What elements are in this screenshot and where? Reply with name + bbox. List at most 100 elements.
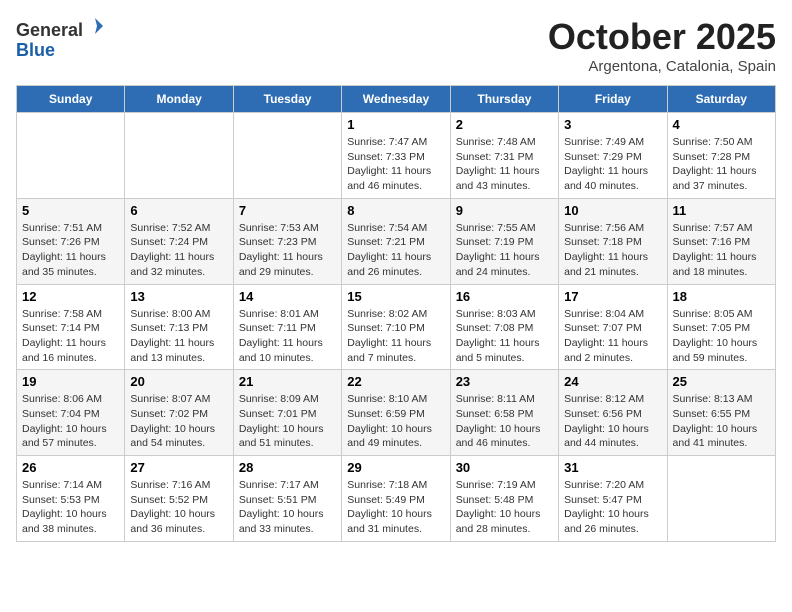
- dow-header: Saturday: [667, 86, 775, 113]
- day-info: Sunrise: 7:51 AM Sunset: 7:26 PM Dayligh…: [22, 221, 119, 280]
- day-number: 30: [456, 460, 553, 475]
- day-number: 21: [239, 374, 336, 389]
- calendar-cell: 16 Sunrise: 8:03 AM Sunset: 7:08 PM Dayli…: [450, 284, 558, 370]
- dow-header: Sunday: [17, 86, 125, 113]
- day-number: 18: [673, 289, 770, 304]
- calendar-cell: 10 Sunrise: 7:56 AM Sunset: 7:18 PM Dayli…: [559, 198, 667, 284]
- day-number: 23: [456, 374, 553, 389]
- calendar-cell: 19Sunrise: 8:06 AM Sunset: 7:04 PM Dayli…: [17, 370, 125, 456]
- calendar-cell: 5 Sunrise: 7:51 AM Sunset: 7:26 PM Daylig…: [17, 198, 125, 284]
- calendar-cell: 17 Sunrise: 8:04 AM Sunset: 7:07 PM Dayli…: [559, 284, 667, 370]
- day-number: 5: [22, 203, 119, 218]
- day-number: 26: [22, 460, 119, 475]
- calendar-cell: 6 Sunrise: 7:52 AM Sunset: 7:24 PM Daylig…: [125, 198, 233, 284]
- calendar-cell: 8 Sunrise: 7:54 AM Sunset: 7:21 PM Daylig…: [342, 198, 450, 284]
- day-number: 22: [347, 374, 444, 389]
- day-number: 8: [347, 203, 444, 218]
- day-info: Sunrise: 7:52 AM Sunset: 7:24 PM Dayligh…: [130, 221, 227, 280]
- day-number: 6: [130, 203, 227, 218]
- calendar-table: SundayMondayTuesdayWednesdayThursdayFrid…: [16, 85, 776, 542]
- day-number: 28: [239, 460, 336, 475]
- day-info: Sunrise: 8:02 AM Sunset: 7:10 PM Dayligh…: [347, 307, 444, 366]
- day-info: Sunrise: 8:01 AM Sunset: 7:11 PM Dayligh…: [239, 307, 336, 366]
- page-header: General Blue October 2025 Argentona, Cat…: [16, 16, 776, 75]
- day-info: Sunrise: 7:47 AM Sunset: 7:33 PM Dayligh…: [347, 135, 444, 194]
- day-info: Sunrise: 7:49 AM Sunset: 7:29 PM Dayligh…: [564, 135, 661, 194]
- day-info: Sunrise: 7:57 AM Sunset: 7:16 PM Dayligh…: [673, 221, 770, 280]
- day-info: Sunrise: 7:50 AM Sunset: 7:28 PM Dayligh…: [673, 135, 770, 194]
- day-number: 27: [130, 460, 227, 475]
- calendar-cell: 24Sunrise: 8:12 AM Sunset: 6:56 PM Dayli…: [559, 370, 667, 456]
- calendar-cell: 11 Sunrise: 7:57 AM Sunset: 7:16 PM Dayli…: [667, 198, 775, 284]
- calendar-cell: 20 Sunrise: 8:07 AM Sunset: 7:02 PM Dayli…: [125, 370, 233, 456]
- day-info: Sunrise: 7:18 AM Sunset: 5:49 PM Dayligh…: [347, 478, 444, 537]
- calendar-cell: 9 Sunrise: 7:55 AM Sunset: 7:19 PM Daylig…: [450, 198, 558, 284]
- logo: General Blue: [16, 16, 105, 61]
- month-title: October 2025: [548, 16, 776, 58]
- calendar-cell: 21Sunrise: 8:09 AM Sunset: 7:01 PM Dayli…: [233, 370, 341, 456]
- calendar-cell: 4 Sunrise: 7:50 AM Sunset: 7:28 PM Daylig…: [667, 113, 775, 199]
- calendar-cell: [667, 456, 775, 542]
- calendar-cell: 3Sunrise: 7:49 AM Sunset: 7:29 PM Daylig…: [559, 113, 667, 199]
- day-info: Sunrise: 7:14 AM Sunset: 5:53 PM Dayligh…: [22, 478, 119, 537]
- location-title: Argentona, Catalonia, Spain: [548, 58, 776, 75]
- day-number: 31: [564, 460, 661, 475]
- day-info: Sunrise: 8:07 AM Sunset: 7:02 PM Dayligh…: [130, 392, 227, 451]
- day-number: 25: [673, 374, 770, 389]
- day-info: Sunrise: 8:03 AM Sunset: 7:08 PM Dayligh…: [456, 307, 553, 366]
- day-info: Sunrise: 7:17 AM Sunset: 5:51 PM Dayligh…: [239, 478, 336, 537]
- calendar-cell: 29 Sunrise: 7:18 AM Sunset: 5:49 PM Dayli…: [342, 456, 450, 542]
- day-info: Sunrise: 7:56 AM Sunset: 7:18 PM Dayligh…: [564, 221, 661, 280]
- day-number: 15: [347, 289, 444, 304]
- title-block: October 2025 Argentona, Catalonia, Spain: [548, 16, 776, 75]
- logo-icon: [85, 16, 105, 36]
- day-number: 29: [347, 460, 444, 475]
- day-number: 13: [130, 289, 227, 304]
- day-info: Sunrise: 7:58 AM Sunset: 7:14 PM Dayligh…: [22, 307, 119, 366]
- day-info: Sunrise: 8:04 AM Sunset: 7:07 PM Dayligh…: [564, 307, 661, 366]
- day-info: Sunrise: 7:53 AM Sunset: 7:23 PM Dayligh…: [239, 221, 336, 280]
- calendar-cell: 18 Sunrise: 8:05 AM Sunset: 7:05 PM Dayli…: [667, 284, 775, 370]
- day-info: Sunrise: 7:55 AM Sunset: 7:19 PM Dayligh…: [456, 221, 553, 280]
- calendar-cell: 27 Sunrise: 7:16 AM Sunset: 5:52 PM Dayli…: [125, 456, 233, 542]
- day-info: Sunrise: 8:10 AM Sunset: 6:59 PM Dayligh…: [347, 392, 444, 451]
- calendar-cell: 31 Sunrise: 7:20 AM Sunset: 5:47 PM Dayli…: [559, 456, 667, 542]
- day-number: 10: [564, 203, 661, 218]
- day-number: 11: [673, 203, 770, 218]
- day-info: Sunrise: 7:16 AM Sunset: 5:52 PM Dayligh…: [130, 478, 227, 537]
- day-number: 17: [564, 289, 661, 304]
- day-info: Sunrise: 8:06 AM Sunset: 7:04 PM Dayligh…: [22, 392, 119, 451]
- calendar-cell: 14Sunrise: 8:01 AM Sunset: 7:11 PM Dayli…: [233, 284, 341, 370]
- day-info: Sunrise: 8:00 AM Sunset: 7:13 PM Dayligh…: [130, 307, 227, 366]
- day-number: 1: [347, 117, 444, 132]
- dow-header: Wednesday: [342, 86, 450, 113]
- day-number: 16: [456, 289, 553, 304]
- calendar-cell: 25Sunrise: 8:13 AM Sunset: 6:55 PM Dayli…: [667, 370, 775, 456]
- calendar-cell: [125, 113, 233, 199]
- day-info: Sunrise: 7:19 AM Sunset: 5:48 PM Dayligh…: [456, 478, 553, 537]
- calendar-cell: [17, 113, 125, 199]
- calendar-cell: 30 Sunrise: 7:19 AM Sunset: 5:48 PM Dayli…: [450, 456, 558, 542]
- calendar-cell: 13 Sunrise: 8:00 AM Sunset: 7:13 PM Dayli…: [125, 284, 233, 370]
- day-number: 9: [456, 203, 553, 218]
- dow-header: Monday: [125, 86, 233, 113]
- day-number: 4: [673, 117, 770, 132]
- calendar-cell: 12 Sunrise: 7:58 AM Sunset: 7:14 PM Dayli…: [17, 284, 125, 370]
- day-number: 7: [239, 203, 336, 218]
- dow-header: Tuesday: [233, 86, 341, 113]
- dow-header: Friday: [559, 86, 667, 113]
- calendar-cell: 7 Sunrise: 7:53 AM Sunset: 7:23 PM Daylig…: [233, 198, 341, 284]
- calendar-cell: [233, 113, 341, 199]
- dow-header: Thursday: [450, 86, 558, 113]
- day-info: Sunrise: 7:54 AM Sunset: 7:21 PM Dayligh…: [347, 221, 444, 280]
- day-info: Sunrise: 7:48 AM Sunset: 7:31 PM Dayligh…: [456, 135, 553, 194]
- day-info: Sunrise: 8:05 AM Sunset: 7:05 PM Dayligh…: [673, 307, 770, 366]
- calendar-cell: 26 Sunrise: 7:14 AM Sunset: 5:53 PM Dayli…: [17, 456, 125, 542]
- day-number: 20: [130, 374, 227, 389]
- day-number: 2: [456, 117, 553, 132]
- day-info: Sunrise: 7:20 AM Sunset: 5:47 PM Dayligh…: [564, 478, 661, 537]
- calendar-cell: 22 Sunrise: 8:10 AM Sunset: 6:59 PM Dayli…: [342, 370, 450, 456]
- day-info: Sunrise: 8:11 AM Sunset: 6:58 PM Dayligh…: [456, 392, 553, 451]
- day-number: 12: [22, 289, 119, 304]
- day-info: Sunrise: 8:12 AM Sunset: 6:56 PM Dayligh…: [564, 392, 661, 451]
